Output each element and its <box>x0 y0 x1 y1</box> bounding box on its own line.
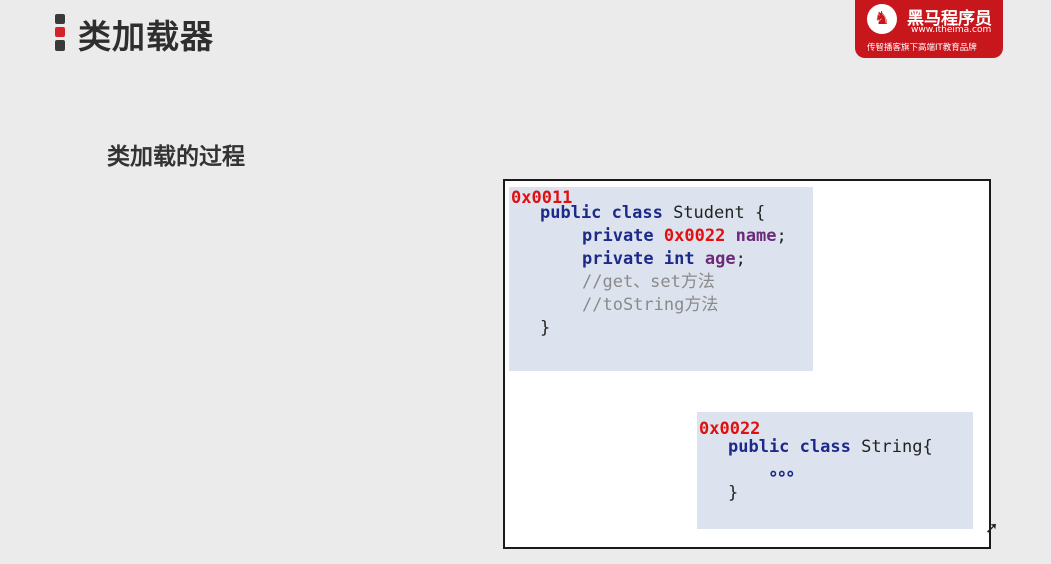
mouse-cursor-icon: ➚ <box>985 518 999 537</box>
string-ellipsis: 。。。 <box>770 460 804 480</box>
string-close-brace: } <box>728 483 739 503</box>
memory-diagram: 0x0011 public class Student { private 0x… <box>503 179 991 549</box>
comment-getset: //get、set方法 <box>582 272 715 292</box>
brand-logo: ♞ 黑马程序员 www.itheima.com 传智播客旗下高端IT教育品牌 <box>855 0 1003 58</box>
string-class-block: 0x0022 public class String{ 。。。 } <box>697 412 973 529</box>
logo-url: www.itheima.com <box>911 25 992 35</box>
field-age-line: private int age; <box>582 249 746 269</box>
logo-slogan: 传智播客旗下高端IT教育品牌 <box>867 43 977 53</box>
comment-tostring: //toString方法 <box>582 295 719 315</box>
student-class-block: 0x0011 public class Student { private 0x… <box>509 187 813 371</box>
horse-logo-icon: ♞ <box>867 4 897 34</box>
page-title: 类加载器 <box>78 17 214 56</box>
string-class-line: public class String{ <box>728 437 933 457</box>
title-marker-icon <box>55 14 65 52</box>
section-title: 类加载的过程 <box>107 144 245 170</box>
student-class-line: public class Student { <box>540 203 766 223</box>
student-close-brace: } <box>540 318 551 338</box>
field-name-line: private 0x0022 name; <box>582 226 787 246</box>
